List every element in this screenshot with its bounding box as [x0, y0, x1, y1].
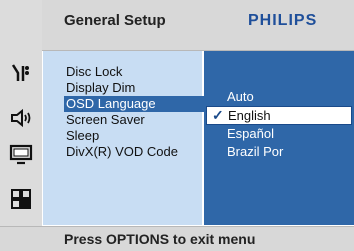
menu-item-disc-lock[interactable]: Disc Lock — [64, 64, 204, 80]
speaker-icon[interactable] — [6, 103, 36, 133]
grid-icon[interactable] — [6, 184, 36, 214]
option-brazil-por[interactable]: Brazil Por — [206, 143, 352, 161]
option-english-label: English — [228, 108, 271, 123]
menu-item-display-dim[interactable]: Display Dim — [64, 80, 204, 96]
option-espanol[interactable]: Español — [206, 125, 352, 143]
header-bar: General Setup PHILIPS — [0, 0, 354, 51]
checkmark-icon: ✓ — [212, 107, 224, 123]
footer-bar: Press OPTIONS to exit menu — [0, 226, 354, 251]
language-options-list: Auto ✓ English Español Brazil Por — [206, 88, 352, 161]
page-title: General Setup — [64, 12, 166, 29]
menu-item-sleep[interactable]: Sleep — [64, 128, 204, 144]
brand-logo: PHILIPS — [248, 12, 318, 29]
menu-item-divx-vod-code[interactable]: DivX(R) VOD Code — [64, 144, 204, 160]
option-english[interactable]: ✓ English — [206, 106, 352, 125]
exit-hint: Press OPTIONS to exit menu — [64, 231, 256, 247]
setup-screen: General Setup PHILIPS Disc Lock Display … — [0, 0, 354, 251]
setup-menu-list: Disc Lock Display Dim OSD Language Scree… — [64, 64, 204, 160]
menu-item-osd-language[interactable]: OSD Language — [64, 96, 204, 112]
settings-icon[interactable] — [6, 58, 36, 88]
option-auto[interactable]: Auto — [206, 88, 352, 106]
menu-item-screen-saver[interactable]: Screen Saver — [64, 112, 204, 128]
tv-icon[interactable] — [6, 139, 36, 169]
